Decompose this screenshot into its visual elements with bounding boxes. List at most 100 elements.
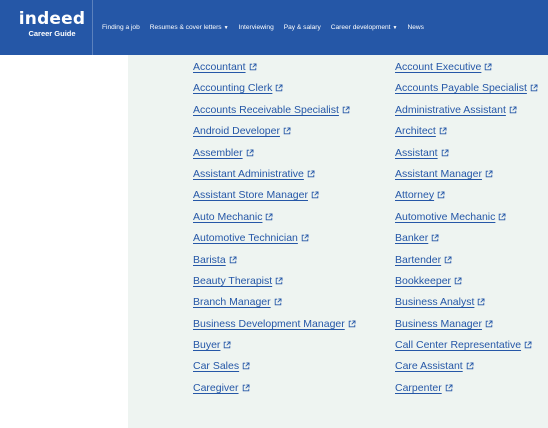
- list-item: Carpenter: [395, 379, 538, 400]
- nav-item-pay-and-salary[interactable]: Pay & salary: [284, 24, 321, 31]
- job-link-label: Automotive Technician: [193, 232, 298, 245]
- list-item: Branch Manager: [193, 293, 356, 314]
- job-link-label: Attorney: [395, 189, 435, 202]
- job-link-accounting-clerk[interactable]: Accounting Clerk: [193, 82, 283, 94]
- list-item: Assistant: [395, 144, 538, 165]
- job-link-label: Account Executive: [395, 61, 482, 73]
- indeed-career-guide-logo[interactable]: indeed Career Guide: [14, 10, 90, 44]
- job-link-label: Accounts Receivable Specialist: [193, 103, 339, 116]
- nav-item-label: Interviewing: [238, 24, 274, 31]
- job-link-banker[interactable]: Banker: [395, 232, 439, 244]
- list-item: Assistant Administrative: [193, 165, 356, 186]
- list-item: Assistant Manager: [395, 165, 538, 186]
- job-link-business-analyst[interactable]: Business Analyst: [395, 296, 485, 308]
- job-link-care-assistant[interactable]: Care Assistant: [395, 360, 474, 372]
- job-link-assistant-administrative[interactable]: Assistant Administrative: [193, 168, 315, 180]
- job-link-carpenter[interactable]: Carpenter: [395, 382, 453, 394]
- job-link-label: Carpenter: [395, 381, 442, 394]
- job-link-accountant[interactable]: Accountant: [193, 61, 257, 73]
- job-link-bookkeeper[interactable]: Bookkeeper: [395, 275, 462, 287]
- nav-item-news[interactable]: News: [407, 24, 424, 31]
- job-link-bartender[interactable]: Bartender: [395, 254, 452, 266]
- job-link-branch-manager[interactable]: Branch Manager: [193, 296, 282, 308]
- job-link-administrative-assistant[interactable]: Administrative Assistant: [395, 104, 517, 116]
- job-link-attorney[interactable]: Attorney: [395, 189, 445, 201]
- job-link-beauty-therapist[interactable]: Beauty Therapist: [193, 275, 283, 287]
- nav-item-label: Finding a job: [102, 24, 140, 31]
- external-link-icon: [311, 191, 319, 199]
- external-link-icon: [229, 256, 237, 263]
- caret-down-icon: ▼: [392, 25, 398, 31]
- job-link-auto-mechanic[interactable]: Auto Mechanic: [193, 211, 273, 223]
- nav-item-resumes-and-cover-letters[interactable]: Resumes & cover letters ▼: [150, 24, 229, 31]
- job-link-business-development-manager[interactable]: Business Development Manager: [193, 318, 356, 330]
- external-link-icon: [509, 106, 517, 114]
- job-link-label: Automotive Mechanic: [395, 210, 496, 223]
- job-link-architect[interactable]: Architect: [395, 125, 447, 137]
- job-link-label: Business Development Manager: [193, 317, 345, 330]
- job-link-label: Beauty Therapist: [193, 274, 273, 287]
- external-link-icon: [478, 298, 485, 306]
- nav-item-interviewing[interactable]: Interviewing: [239, 24, 274, 31]
- external-link-icon: [276, 84, 283, 92]
- external-link-icon: [524, 341, 532, 349]
- external-link-icon: [242, 362, 250, 370]
- list-item: Bookkeeper: [395, 272, 538, 293]
- list-item: Accountant: [193, 58, 356, 79]
- job-link-call-center-representative[interactable]: Call Center Representative: [395, 339, 532, 351]
- job-link-account-executive[interactable]: Account Executive: [395, 61, 492, 73]
- external-link-icon: [307, 170, 315, 178]
- list-item: Caregiver: [193, 379, 356, 400]
- external-link-icon: [466, 362, 474, 370]
- job-link-caregiver[interactable]: Caregiver: [193, 382, 250, 394]
- job-link-label: Assistant Store Manager: [193, 189, 308, 202]
- external-link-icon: [445, 384, 453, 392]
- job-link-assistant-store-manager[interactable]: Assistant Store Manager: [193, 189, 319, 201]
- job-link-accounts-payable-specialist[interactable]: Accounts Payable Specialist: [395, 82, 538, 94]
- job-link-android-developer[interactable]: Android Developer: [193, 125, 291, 137]
- job-link-label: Bookkeeper: [395, 274, 452, 287]
- job-link-car-sales[interactable]: Car Sales: [193, 360, 250, 372]
- external-link-icon: [437, 191, 445, 199]
- external-link-icon: [246, 149, 254, 156]
- job-link-label: Call Center Representative: [395, 339, 522, 352]
- job-link-label: Assistant Administrative: [193, 167, 304, 180]
- job-link-label: Barista: [193, 253, 226, 266]
- job-link-label: Accounting Clerk: [193, 82, 273, 95]
- list-item: Accounts Receivable Specialist: [193, 101, 356, 122]
- job-link-accounts-receivable-specialist[interactable]: Accounts Receivable Specialist: [193, 104, 350, 116]
- list-item: Android Developer: [193, 122, 356, 143]
- external-link-icon: [444, 256, 452, 263]
- nav-item-career-development[interactable]: Career development ▼: [331, 24, 398, 31]
- job-link-automotive-mechanic[interactable]: Automotive Mechanic: [395, 211, 506, 223]
- external-link-icon: [342, 106, 350, 114]
- job-link-label: Car Sales: [193, 360, 240, 373]
- job-link-assembler[interactable]: Assembler: [193, 147, 254, 159]
- external-link-icon: [249, 63, 257, 71]
- list-item: Administrative Assistant: [395, 101, 538, 122]
- nav-item-label: Career development: [330, 24, 391, 31]
- external-link-icon: [301, 234, 309, 242]
- external-link-icon: [274, 298, 282, 306]
- nav-item-label: News: [407, 24, 424, 31]
- nav-item-finding-a-job[interactable]: Finding a job: [102, 24, 140, 31]
- nav-item-label: Pay & salary: [283, 24, 321, 31]
- job-link-barista[interactable]: Barista: [193, 254, 237, 266]
- external-link-icon: [275, 277, 283, 285]
- external-link-icon: [499, 213, 506, 220]
- job-link-label: Branch Manager: [193, 296, 271, 309]
- external-link-icon: [439, 127, 447, 135]
- job-link-assistant[interactable]: Assistant: [395, 147, 449, 159]
- list-item: Accounts Payable Specialist: [395, 79, 538, 100]
- job-link-automotive-technician[interactable]: Automotive Technician: [193, 232, 309, 244]
- job-link-buyer[interactable]: Buyer: [193, 339, 231, 351]
- external-link-icon: [224, 341, 231, 349]
- job-link-business-manager[interactable]: Business Manager: [395, 318, 493, 330]
- external-link-icon: [485, 63, 492, 71]
- list-item: Care Assistant: [395, 357, 538, 378]
- job-link-label: Business Manager: [395, 317, 482, 330]
- nav-divider: [92, 0, 93, 55]
- list-item: Assistant Store Manager: [193, 186, 356, 207]
- job-link-assistant-manager[interactable]: Assistant Manager: [395, 168, 493, 180]
- external-link-icon: [441, 149, 449, 156]
